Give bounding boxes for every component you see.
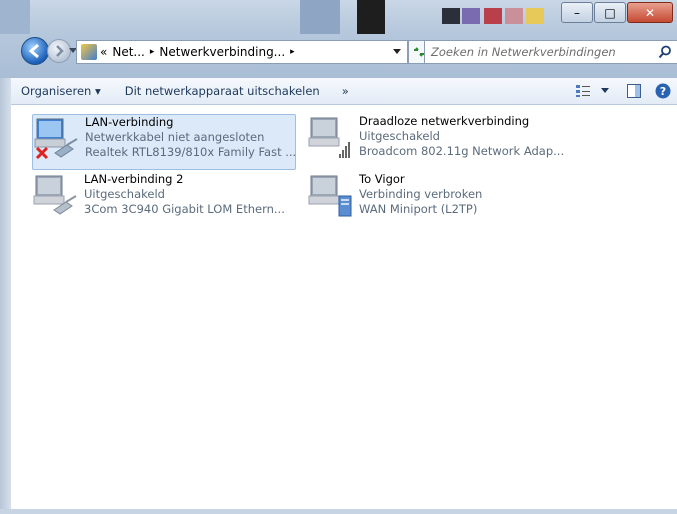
search-box[interactable]: Zoeken in Netwerkverbindingen: [424, 40, 677, 64]
disable-device-button[interactable]: Dit netwerkapparaat uitschakelen: [111, 84, 330, 98]
more-commands-button[interactable]: »: [330, 84, 359, 98]
forward-button[interactable]: [47, 39, 71, 63]
blurred-background: [484, 8, 502, 24]
breadcrumb-item[interactable]: Net...: [112, 45, 145, 59]
address-dropdown-icon[interactable]: [393, 49, 401, 55]
blurred-background: [357, 0, 385, 34]
command-bar: Organiseren ▾ Dit netwerkapparaat uitsch…: [11, 78, 677, 105]
connection-text: LAN-verbinding 2 Uitgeschakeld 3Com 3C94…: [80, 172, 285, 226]
close-button[interactable]: ✕: [627, 2, 673, 23]
more-commands-label: »: [341, 84, 349, 98]
blurred-background: [442, 8, 460, 24]
address-bar[interactable]: « Net... ▸ Netwerkverbinding... ▸: [76, 40, 408, 64]
connection-name: LAN-verbinding 2: [84, 172, 184, 186]
minimize-icon: –: [574, 5, 580, 20]
maximize-icon: □: [604, 5, 616, 20]
connection-item-lan-2[interactable]: LAN-verbinding 2 Uitgeschakeld 3Com 3C94…: [32, 172, 294, 226]
help-button[interactable]: ?: [649, 83, 677, 99]
window-frame: – □ ✕ « Net... ▸ Netwerkverbinding... ▸: [0, 0, 677, 78]
search-input[interactable]: Zoeken in Netwerkverbindingen: [425, 45, 658, 59]
window-bottom-border: [0, 509, 677, 514]
connection-name: Draadloze netwerkverbinding: [359, 114, 530, 128]
disable-device-label: Dit netwerkapparaat uitschakelen: [124, 84, 320, 98]
connection-device: WAN Miniport (L2TP): [359, 202, 478, 216]
network-connections-icon: [81, 44, 97, 60]
wireless-adapter-icon: [307, 114, 355, 162]
connection-item-vpn[interactable]: To Vigor Verbinding verbroken WAN Minipo…: [307, 172, 569, 226]
connection-status: Verbinding verbroken: [359, 187, 483, 201]
blurred-background: [0, 0, 30, 34]
vpn-connection-icon: [307, 172, 355, 220]
change-view-button[interactable]: [571, 84, 613, 98]
preview-pane-icon: [627, 84, 641, 98]
close-icon: ✕: [644, 5, 656, 20]
search-icon[interactable]: [658, 45, 672, 59]
connection-name: To Vigor: [359, 172, 405, 186]
breadcrumb-separator[interactable]: ▸: [290, 47, 295, 57]
breadcrumb-separator[interactable]: ▸: [150, 47, 155, 57]
view-dropdown-icon: [601, 88, 609, 93]
explorer-window: – □ ✕ « Net... ▸ Netwerkverbinding... ▸: [0, 0, 677, 514]
preview-pane-button[interactable]: [613, 84, 649, 98]
connection-text: To Vigor Verbinding verbroken WAN Minipo…: [355, 172, 482, 226]
network-adapter-icon: [32, 172, 80, 220]
back-arrow-icon: [28, 43, 39, 59]
back-button[interactable]: [21, 37, 49, 65]
view-options-icon: [576, 85, 590, 97]
blurred-background: [300, 0, 340, 34]
caption-buttons: – □ ✕: [560, 2, 673, 23]
blurred-background: [505, 8, 523, 24]
connection-device: Broadcom 802.11g Network Adap...: [359, 144, 565, 158]
svg-text:?: ?: [660, 85, 666, 98]
connection-status: Uitgeschakeld: [359, 129, 440, 143]
help-icon: ?: [655, 83, 671, 99]
address-row: « Net... ▸ Netwerkverbinding... ▸ Zoeken…: [0, 34, 677, 66]
organize-button[interactable]: Organiseren ▾: [11, 84, 111, 98]
organize-label: Organiseren ▾: [21, 84, 101, 98]
window-left-border: [0, 78, 11, 514]
connection-text: LAN-verbinding Netwerkkabel niet aangesl…: [81, 115, 296, 169]
forward-arrow-icon: [56, 45, 64, 57]
connections-list: LAN-verbinding Netwerkkabel niet aangesl…: [11, 105, 677, 509]
connection-name: LAN-verbinding: [85, 115, 174, 129]
connection-text: Draadloze netwerkverbinding Uitgeschakel…: [355, 114, 564, 168]
maximize-button[interactable]: □: [594, 2, 626, 23]
connection-item-wireless[interactable]: Draadloze netwerkverbinding Uitgeschakel…: [307, 114, 569, 168]
breadcrumb-prefix[interactable]: «: [100, 45, 107, 59]
connection-item-lan[interactable]: LAN-verbinding Netwerkkabel niet aangesl…: [32, 114, 296, 170]
error-x-icon: [35, 146, 49, 160]
connection-device: 3Com 3C940 Gigabit LOM Ethern...: [84, 202, 285, 216]
blurred-background: [462, 8, 480, 24]
breadcrumb-item[interactable]: Netwerkverbinding...: [159, 45, 285, 59]
minimize-button[interactable]: –: [561, 2, 593, 23]
blurred-background: [526, 8, 544, 24]
connection-device: Realtek RTL8139/810x Family Fast ...: [85, 145, 297, 159]
connection-status: Uitgeschakeld: [84, 187, 165, 201]
network-adapter-icon: [33, 115, 81, 163]
connection-status: Netwerkkabel niet aangesloten: [85, 130, 265, 144]
